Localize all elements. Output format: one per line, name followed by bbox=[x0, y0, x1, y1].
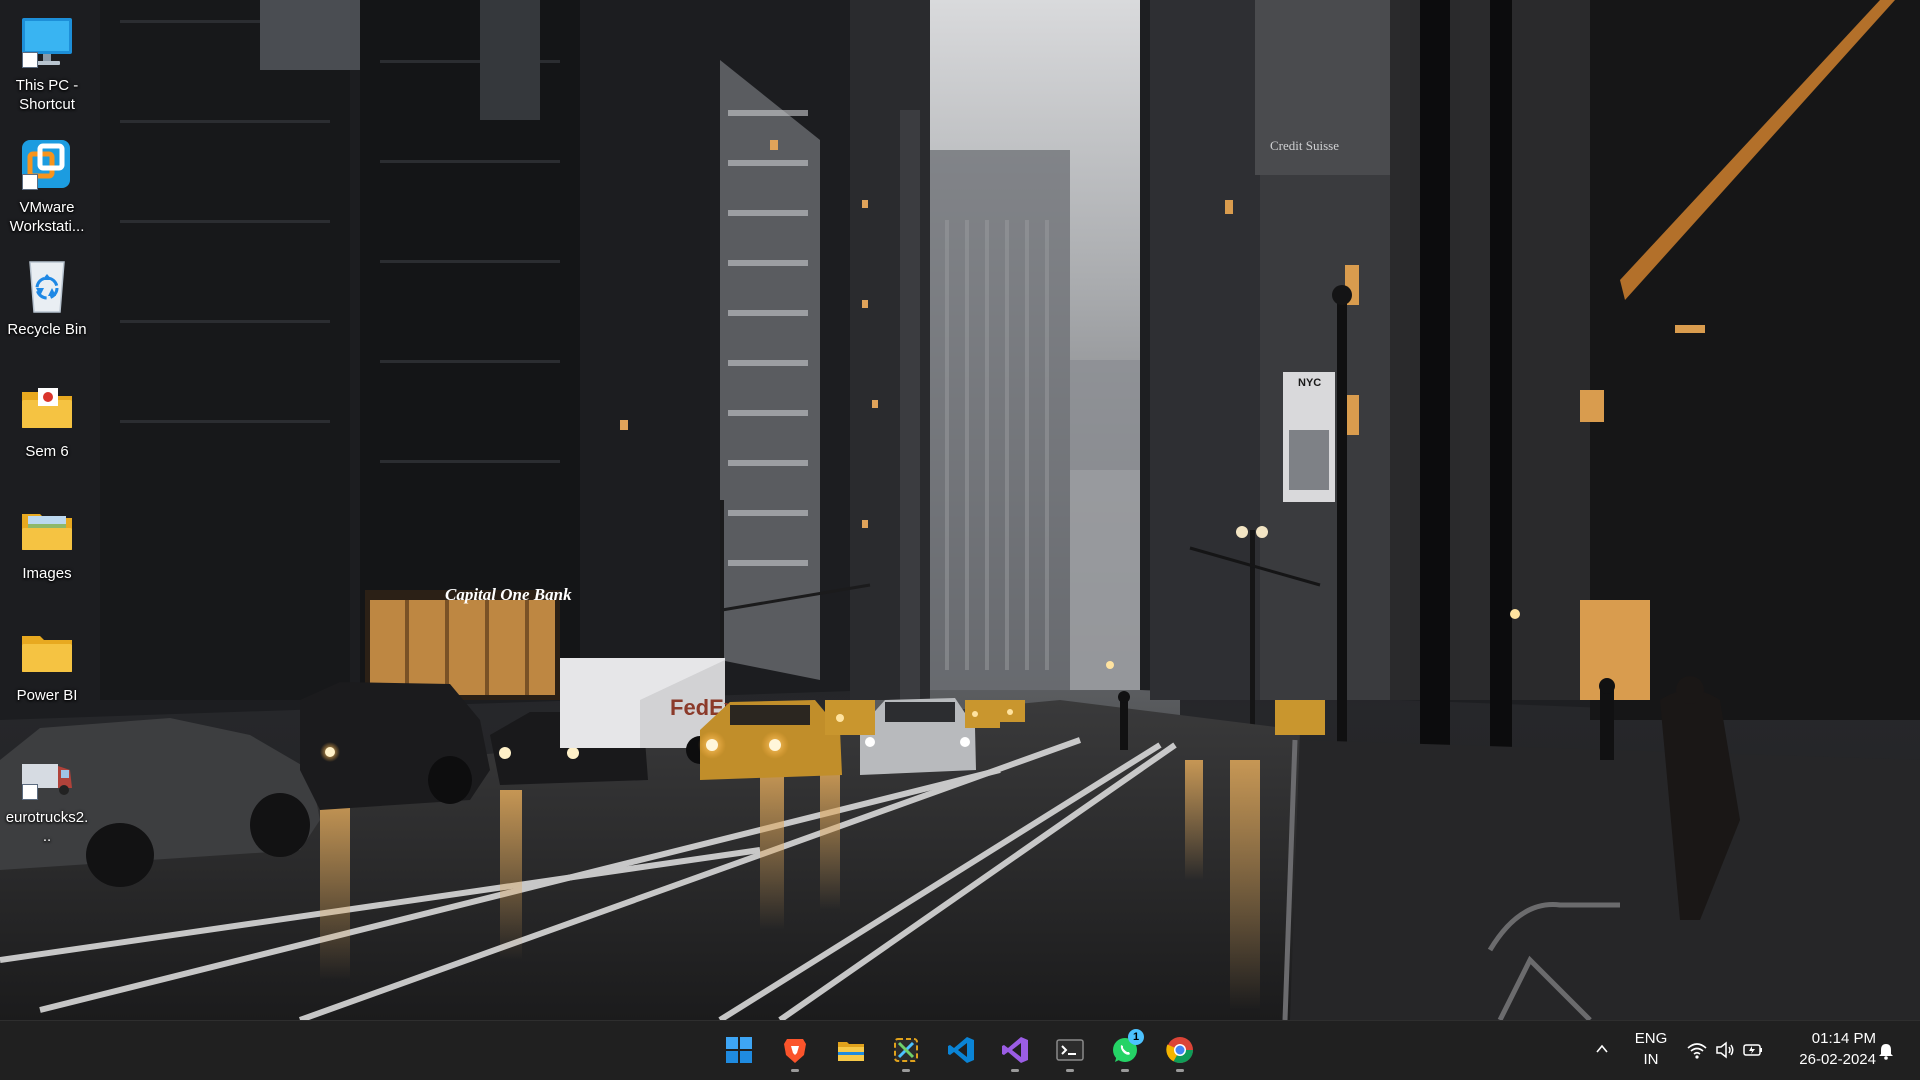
yellow-taxi bbox=[698, 700, 842, 780]
desktop-wallpaper: Capital One Bank Credit Suisse NYC FedEx bbox=[0, 0, 1920, 1020]
notifications-button[interactable] bbox=[1874, 1039, 1898, 1063]
chrome-icon bbox=[1166, 1037, 1194, 1064]
taskbar: 1 ENG IN 01:14 PM 26-02-2024 bbox=[0, 1020, 1920, 1080]
start-button[interactable] bbox=[716, 1027, 762, 1073]
desktop-icon-label: Power BI bbox=[16, 687, 78, 704]
desktop-icon-recycle-bin[interactable]: Recycle Bin bbox=[4, 246, 90, 356]
running-indicator bbox=[791, 1069, 799, 1072]
system-status-area[interactable] bbox=[1684, 1035, 1764, 1065]
taskbar-app-vscode[interactable] bbox=[938, 1027, 984, 1073]
monitor-icon bbox=[16, 10, 78, 72]
taskbar-app-brave[interactable] bbox=[772, 1027, 818, 1073]
truck-icon bbox=[16, 742, 78, 804]
language-label: ENG bbox=[1634, 1030, 1668, 1047]
running-indicator bbox=[1066, 1069, 1074, 1072]
folder-icon bbox=[16, 498, 78, 560]
vmware-icon bbox=[16, 132, 78, 194]
desktop-icon-label: Images bbox=[22, 565, 72, 582]
running-indicator bbox=[1176, 1069, 1184, 1072]
show-hidden-icons-button[interactable] bbox=[1590, 1037, 1614, 1061]
folder-icon bbox=[16, 620, 78, 682]
capital-one-sign: Capital One Bank bbox=[445, 585, 572, 604]
snipping-tool-icon bbox=[894, 1038, 918, 1062]
taskbar-app-snipping-tool[interactable] bbox=[883, 1027, 929, 1073]
desktop-icon-label: Recycle Bin bbox=[7, 321, 87, 338]
shortcut-arrow-icon bbox=[22, 52, 38, 68]
running-indicator bbox=[1121, 1069, 1129, 1072]
suv-dark bbox=[300, 682, 490, 810]
folder-icon bbox=[16, 376, 78, 438]
desktop-icon-label: Sem 6 bbox=[25, 443, 69, 460]
desktop-icon-label: This PC - Shortcut bbox=[15, 77, 79, 113]
nyc-banner: NYC bbox=[1298, 377, 1321, 389]
desktop-icon-vmware[interactable]: VMware Workstati... bbox=[4, 124, 90, 235]
desktop-icon-label: eurotrucks2... bbox=[5, 809, 89, 845]
desktop-icon-sem-6[interactable]: Sem 6 bbox=[4, 368, 90, 478]
clock[interactable]: 01:14 PM 26-02-2024 bbox=[1778, 1029, 1876, 1073]
running-indicator bbox=[902, 1069, 910, 1072]
notification-badge: 1 bbox=[1128, 1029, 1144, 1045]
brave-icon bbox=[784, 1039, 806, 1063]
taskbar-app-visual-studio[interactable] bbox=[992, 1027, 1038, 1073]
silver-sedan bbox=[860, 698, 976, 775]
file-explorer-icon bbox=[838, 1042, 864, 1061]
taskbar-app-whatsapp[interactable]: 1 bbox=[1102, 1027, 1148, 1073]
desktop-icon-label: VMware Workstati... bbox=[9, 199, 85, 235]
shortcut-arrow-icon bbox=[22, 784, 38, 800]
volume-icon bbox=[1716, 1041, 1734, 1059]
taskbar-app-terminal[interactable] bbox=[1047, 1027, 1093, 1073]
vscode-icon bbox=[948, 1037, 974, 1063]
desktop-icon-images[interactable]: Images bbox=[4, 490, 90, 600]
recycle-bin-icon bbox=[16, 254, 78, 316]
taskbar-app-file-explorer[interactable] bbox=[828, 1027, 874, 1073]
running-indicator bbox=[1011, 1069, 1019, 1072]
battery-charging-icon bbox=[1743, 1044, 1762, 1056]
clock-time: 01:14 PM bbox=[1811, 1030, 1876, 1047]
visual-studio-icon bbox=[1002, 1037, 1028, 1063]
desktop-icon-eurotrucks[interactable]: eurotrucks2... bbox=[4, 734, 90, 845]
taskbar-app-chrome[interactable] bbox=[1157, 1027, 1203, 1073]
credit-suisse-billboard: Credit Suisse bbox=[1270, 138, 1339, 153]
bell-icon bbox=[1879, 1044, 1893, 1060]
desktop-icon-power-bi[interactable]: Power BI bbox=[4, 612, 90, 722]
language-indicator[interactable]: ENG IN bbox=[1628, 1030, 1674, 1072]
region-label: IN bbox=[1643, 1051, 1659, 1068]
clock-date: 26-02-2024 bbox=[1799, 1051, 1876, 1068]
chevron-up-icon bbox=[1596, 1044, 1608, 1053]
desktop-icon-this-pc[interactable]: This PC - Shortcut bbox=[4, 2, 90, 113]
terminal-icon bbox=[1056, 1039, 1084, 1061]
shortcut-arrow-icon bbox=[22, 174, 38, 190]
wifi-icon bbox=[1687, 1043, 1707, 1059]
city-street-scene: Capital One Bank Credit Suisse NYC FedEx bbox=[0, 0, 1920, 1020]
windows-start-icon bbox=[726, 1037, 752, 1063]
